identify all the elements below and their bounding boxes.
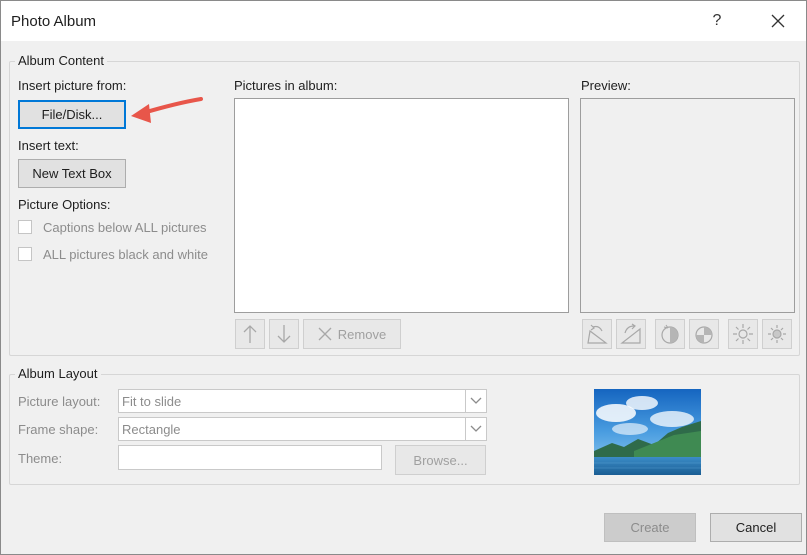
remove-button-label: Remove (337, 326, 387, 342)
captions-checkbox[interactable] (18, 220, 32, 234)
new-text-box-button-label: New Text Box (32, 166, 112, 181)
move-up-button[interactable] (235, 319, 265, 349)
file-disk-button[interactable]: File/Disk... (18, 100, 126, 129)
arrow-up-icon (243, 325, 257, 343)
file-disk-button-label: File/Disk... (41, 107, 103, 122)
rotate-right-button[interactable] (616, 319, 646, 349)
browse-button-label: Browse... (413, 452, 468, 468)
increase-brightness-button[interactable] (728, 319, 758, 349)
picture-layout-value: Fit to slide (122, 394, 182, 409)
close-icon (771, 14, 785, 28)
frame-shape-select[interactable]: Rectangle (118, 417, 487, 441)
picture-options-label: Picture Options: (18, 197, 111, 212)
increase-contrast-button[interactable] (655, 319, 685, 349)
title-bar: Photo Album ? (1, 1, 806, 41)
picture-layout-label: Picture layout: (18, 394, 101, 409)
browse-button[interactable]: Browse... (395, 445, 486, 475)
layout-preview-thumbnail (594, 389, 701, 475)
close-button[interactable] (763, 7, 793, 35)
create-button[interactable]: Create (604, 513, 696, 542)
preview-label: Preview: (581, 78, 631, 93)
theme-label: Theme: (18, 451, 63, 466)
dialog-title: Photo Album (11, 13, 97, 30)
insert-text-label: Insert text: (18, 138, 79, 153)
photo-album-dialog: Photo Album ? Album Content Insert pictu… (0, 0, 807, 555)
pictures-in-album-label: Pictures in album: (234, 78, 338, 93)
album-layout-legend: Album Layout (15, 366, 101, 381)
frame-shape-dropdown[interactable] (465, 418, 486, 440)
remove-button[interactable]: Remove (303, 319, 401, 349)
theme-input[interactable] (118, 445, 382, 470)
pictures-in-album-list[interactable] (234, 98, 569, 313)
decrease-brightness-button[interactable] (762, 319, 792, 349)
decrease-contrast-button[interactable] (689, 319, 719, 349)
arrow-down-icon (277, 325, 291, 343)
preview-pane (580, 98, 795, 313)
frame-shape-label: Frame shape: (18, 422, 99, 437)
brightness-decrease-icon (768, 325, 786, 343)
album-content-legend: Album Content (15, 53, 107, 68)
picture-layout-select[interactable]: Fit to slide (118, 389, 487, 413)
chevron-down-icon (470, 397, 482, 404)
picture-layout-dropdown[interactable] (465, 390, 486, 412)
help-icon: ? (712, 12, 722, 29)
remove-icon (318, 327, 332, 341)
rotate-left-icon (587, 324, 608, 344)
black-white-checkbox[interactable] (18, 247, 32, 261)
chevron-down-icon (470, 425, 482, 432)
rotate-left-button[interactable] (582, 319, 612, 349)
move-down-button[interactable] (269, 319, 299, 349)
cancel-button-label: Cancel (735, 520, 777, 535)
create-button-label: Create (630, 520, 670, 535)
new-text-box-button[interactable]: New Text Box (18, 159, 126, 188)
cancel-button[interactable]: Cancel (710, 513, 802, 542)
insert-picture-from-label: Insert picture from: (18, 78, 127, 93)
frame-shape-value: Rectangle (122, 422, 181, 437)
contrast-increase-icon (661, 324, 679, 344)
contrast-decrease-icon (695, 326, 713, 344)
captions-checkbox-label: Captions below ALL pictures (43, 220, 207, 235)
rotate-right-icon (620, 323, 641, 344)
annotation-arrow-icon (131, 97, 203, 123)
black-white-checkbox-label: ALL pictures black and white (43, 247, 209, 262)
brightness-increase-icon (733, 324, 753, 344)
help-button[interactable]: ? (703, 7, 731, 35)
